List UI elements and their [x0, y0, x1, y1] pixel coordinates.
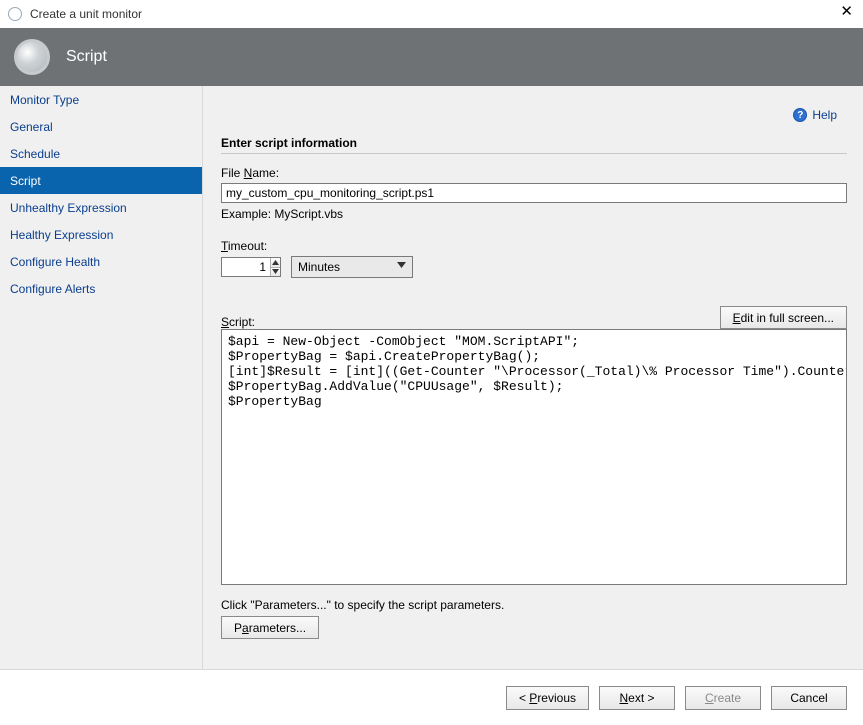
edit-full-screen-button[interactable]: Edit in full screen... — [720, 306, 847, 329]
parameters-hint: Click "Parameters..." to specify the scr… — [221, 598, 847, 612]
sidebar-item-general[interactable]: General — [0, 113, 202, 140]
wizard-header: Script — [0, 28, 863, 86]
previous-button[interactable]: < Previous — [506, 686, 589, 710]
chevron-down-icon — [397, 262, 406, 268]
sidebar-item-label: Unhealthy Expression — [10, 201, 127, 215]
timeout-unit-combo[interactable]: Minutes — [291, 256, 413, 278]
titlebar: Create a unit monitor ✕ — [0, 0, 863, 28]
wizard-step-title: Script — [66, 48, 107, 66]
script-label: Script: — [221, 315, 255, 329]
window-title: Create a unit monitor — [30, 7, 142, 21]
sidebar-item-configure-health[interactable]: Configure Health — [0, 248, 202, 275]
wizard-sidebar: Monitor Type General Schedule Script Unh… — [0, 86, 203, 669]
help-label: Help — [812, 108, 837, 122]
sidebar-item-schedule[interactable]: Schedule — [0, 140, 202, 167]
chevron-down-icon — [272, 269, 279, 274]
file-name-example: Example: MyScript.vbs — [221, 207, 847, 221]
parameters-button[interactable]: Parameters... — [221, 616, 319, 639]
wizard-body: Monitor Type General Schedule Script Unh… — [0, 86, 863, 669]
spinner-up-button[interactable] — [271, 258, 280, 268]
timeout-spin-buttons — [270, 258, 280, 276]
timeout-value-input[interactable] — [222, 258, 270, 276]
create-button: Create — [685, 686, 761, 710]
next-button[interactable]: Next > — [599, 686, 675, 710]
sidebar-item-label: General — [10, 120, 53, 134]
sidebar-item-label: Configure Health — [10, 255, 100, 269]
sidebar-item-unhealthy-expression[interactable]: Unhealthy Expression — [0, 194, 202, 221]
sidebar-item-label: Configure Alerts — [10, 282, 95, 296]
sidebar-item-label: Schedule — [10, 147, 60, 161]
script-textarea[interactable] — [221, 329, 847, 585]
sidebar-item-label: Healthy Expression — [10, 228, 113, 242]
section-title: Enter script information — [221, 136, 847, 154]
wizard-main-panel: ? Help Enter script information File Nam… — [203, 86, 863, 669]
timeout-unit-value: Minutes — [298, 260, 340, 274]
sidebar-item-script[interactable]: Script — [0, 167, 202, 194]
sidebar-item-configure-alerts[interactable]: Configure Alerts — [0, 275, 202, 302]
file-name-input[interactable] — [221, 183, 847, 203]
help-icon: ? — [793, 108, 807, 122]
timeout-label: Timeout: — [221, 239, 847, 253]
sidebar-item-label: Monitor Type — [10, 93, 79, 107]
app-icon — [8, 7, 22, 21]
timeout-spinner[interactable] — [221, 257, 281, 277]
close-icon[interactable]: ✕ — [840, 4, 853, 20]
script-label-row: Script: Edit in full screen... — [221, 306, 847, 329]
wizard-footer: < Previous Next > Create Cancel — [0, 669, 863, 725]
cancel-button[interactable]: Cancel — [771, 686, 847, 710]
wizard-step-icon — [14, 39, 50, 75]
timeout-row: Minutes — [221, 256, 847, 278]
spinner-down-button[interactable] — [271, 268, 280, 277]
help-link[interactable]: ? Help — [793, 108, 837, 122]
sidebar-item-label: Script — [10, 174, 41, 188]
chevron-up-icon — [272, 260, 279, 265]
sidebar-item-healthy-expression[interactable]: Healthy Expression — [0, 221, 202, 248]
sidebar-item-monitor-type[interactable]: Monitor Type — [0, 86, 202, 113]
file-name-label: File Name: — [221, 166, 847, 180]
